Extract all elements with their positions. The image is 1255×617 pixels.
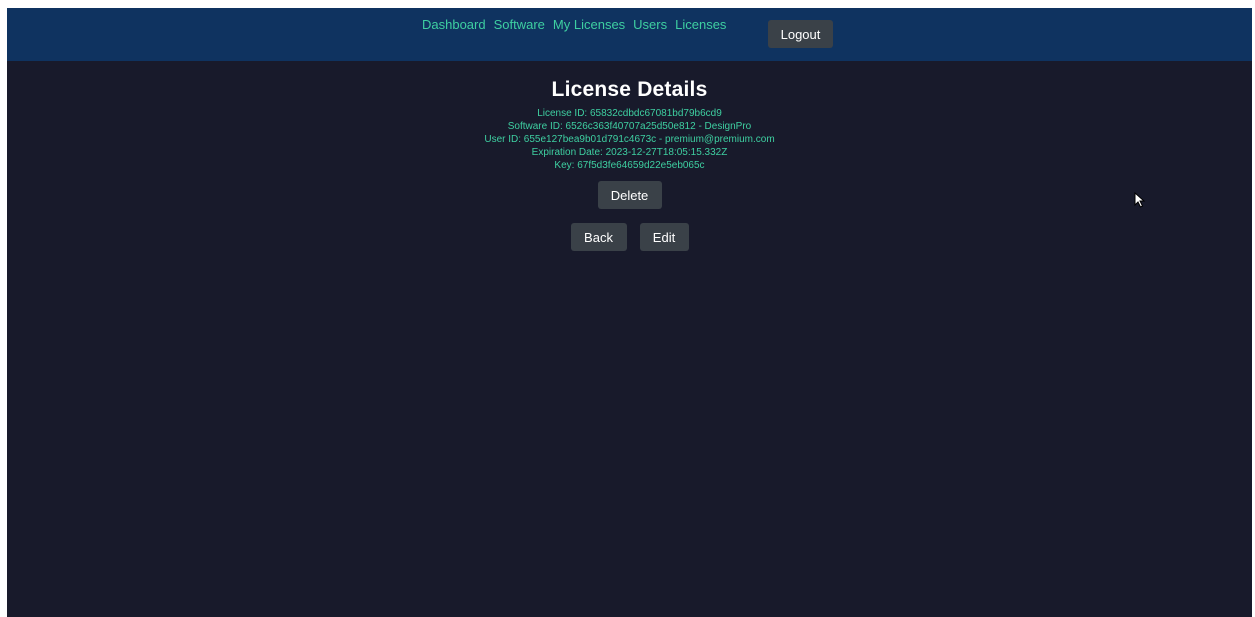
top-navbar: Dashboard Software My Licenses Users Lic… <box>7 8 1252 61</box>
nav-links: Dashboard Software My Licenses Users Lic… <box>422 17 734 32</box>
app-frame: Dashboard Software My Licenses Users Lic… <box>7 8 1252 617</box>
nav-link-licenses[interactable]: Licenses <box>675 17 726 32</box>
license-key-text: Key: 67f5d3fe64659d22e5eb065c <box>554 160 705 171</box>
action-buttons: Back Edit <box>7 223 1252 251</box>
nav-link-my-licenses[interactable]: My Licenses <box>553 17 625 32</box>
license-details-panel: License Details License ID: 65832cdbdc67… <box>7 61 1252 251</box>
delete-button[interactable]: Delete <box>597 181 662 209</box>
delete-row: Delete <box>7 181 1252 209</box>
software-id-text: Software ID: 6526c363f40707a25d50e812 - … <box>507 121 752 132</box>
mouse-pointer-icon <box>1134 192 1146 208</box>
expiration-date-text: Expiration Date: 2023-12-27T18:05:15.332… <box>531 147 728 158</box>
nav-link-dashboard[interactable]: Dashboard <box>422 17 486 32</box>
user-id-text: User ID: 655e127bea9b01d791c4673c - prem… <box>484 134 775 145</box>
nav-link-users[interactable]: Users <box>633 17 667 32</box>
page-title: License Details <box>551 78 708 101</box>
license-id-text: License ID: 65832cdbdc67081bd79b6cd9 <box>537 108 722 119</box>
back-button[interactable]: Back <box>570 223 627 251</box>
logout-button[interactable]: Logout <box>768 20 833 48</box>
nav-link-software[interactable]: Software <box>494 17 545 32</box>
edit-button[interactable]: Edit <box>639 223 689 251</box>
